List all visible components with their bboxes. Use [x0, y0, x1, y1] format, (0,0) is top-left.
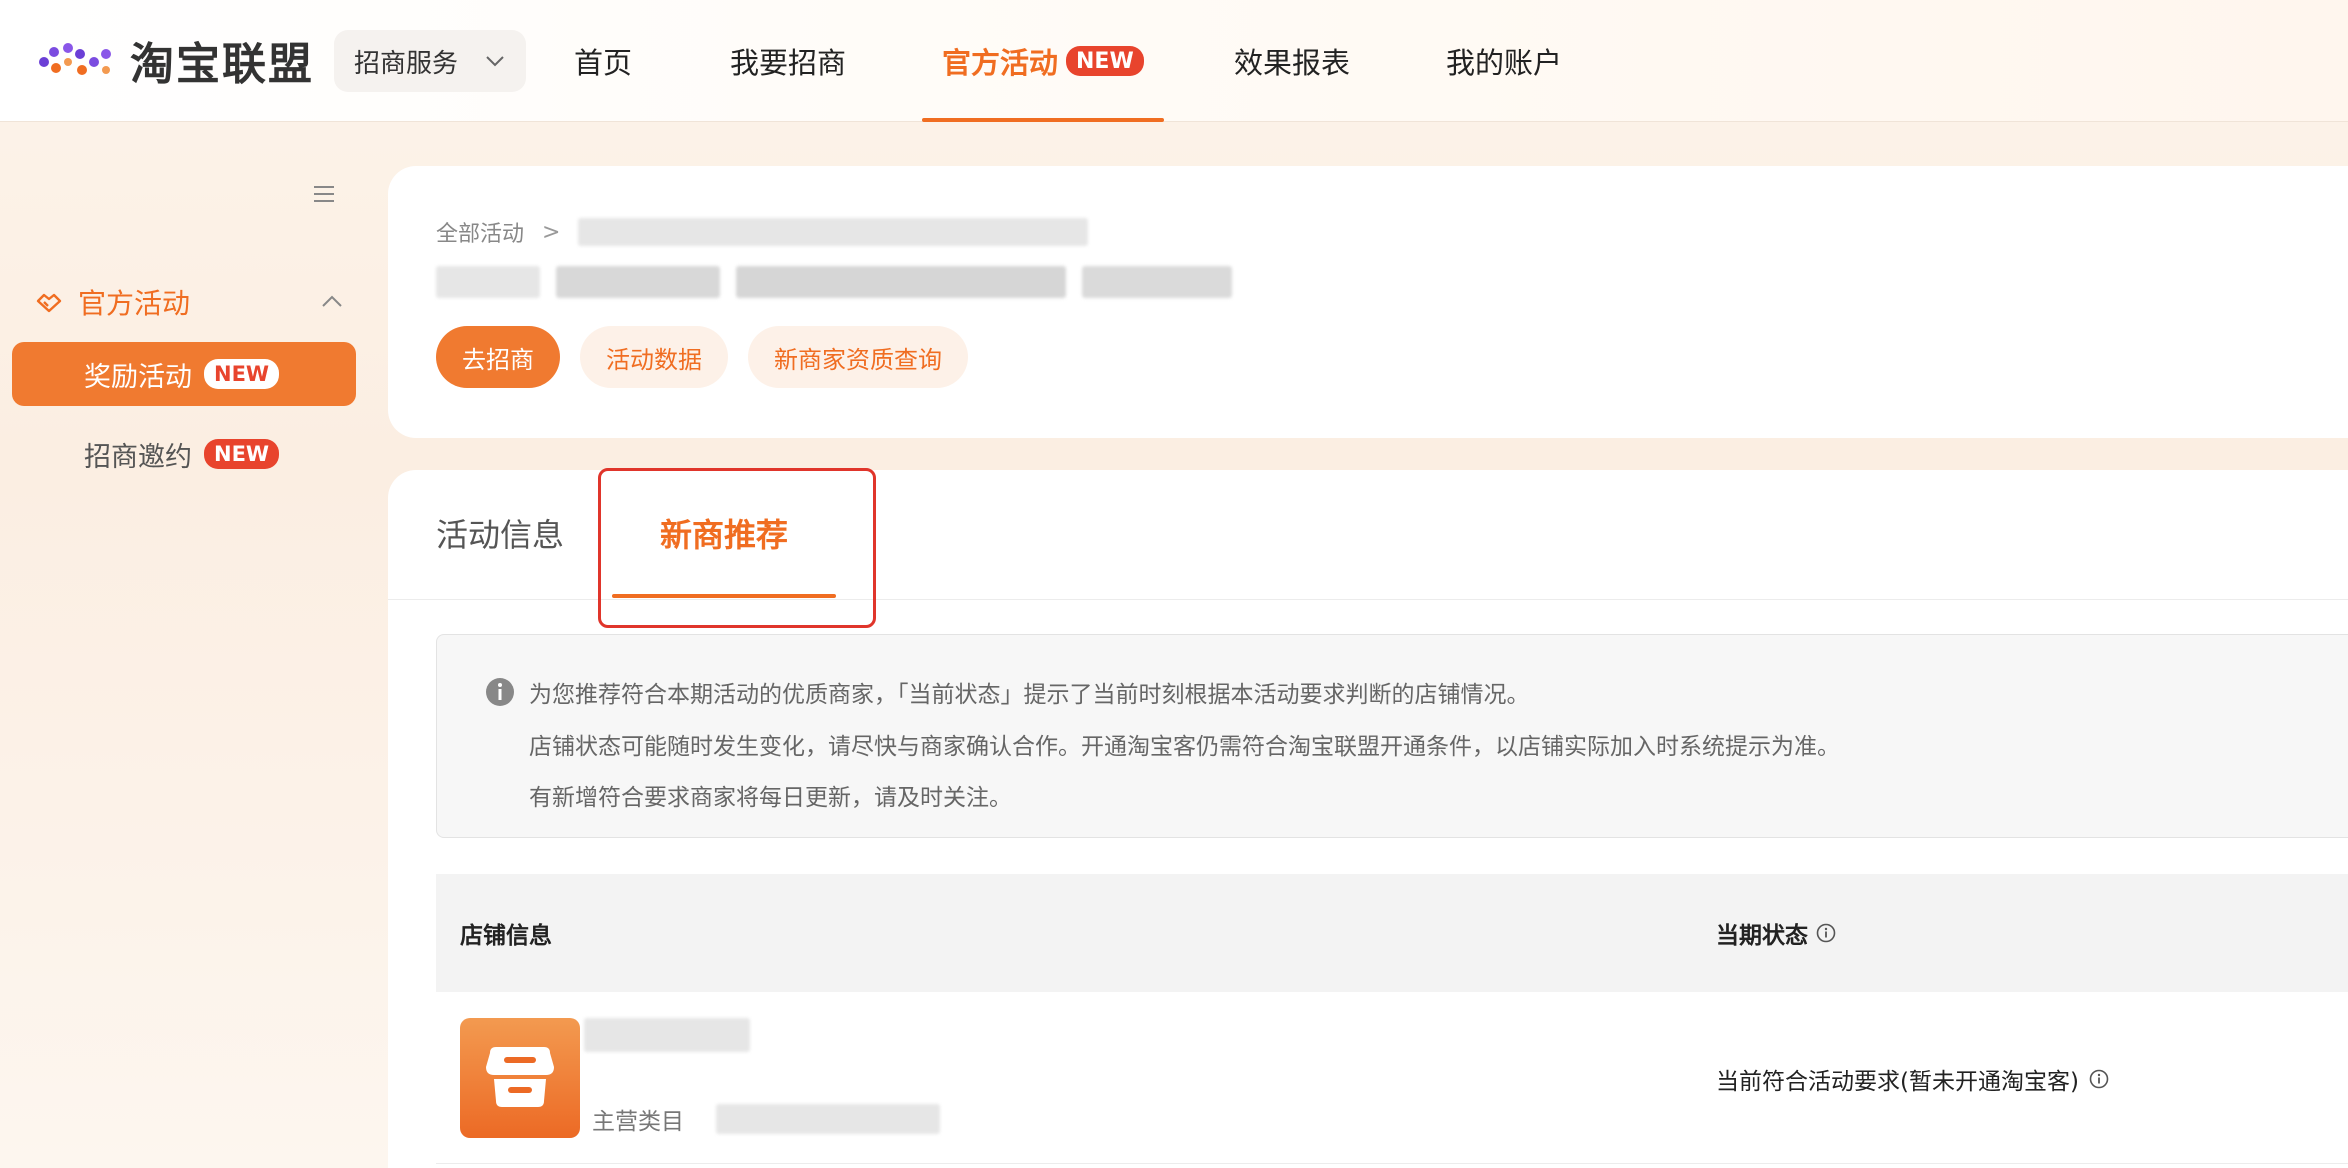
tab-bar: 活动信息 新商推荐: [388, 468, 2348, 628]
nav-recruit[interactable]: 我要招商: [730, 0, 846, 122]
store-status-text: 当前符合活动要求(暂未开通淘宝客): [1716, 1069, 2079, 1095]
info-notice: 为您推荐符合本期活动的优质商家，「当前状态」提示了当前时刻根据本活动要求判断的店…: [436, 634, 2348, 838]
chevron-down-icon: [486, 56, 504, 67]
store-thumbnail[interactable]: [460, 1018, 580, 1138]
brand-name: 淘宝联盟: [130, 39, 314, 90]
notice-line: 有新增符合要求商家将每日更新，请及时关注。: [529, 785, 1012, 811]
main-category-label: 主营类目: [592, 1109, 684, 1135]
brand-logo[interactable]: 淘宝联盟: [36, 28, 314, 92]
store-status: 当前符合活动要求(暂未开通淘宝客): [1716, 1062, 2109, 1096]
column-header-status: 当期状态: [1716, 916, 1836, 950]
activity-title-redacted: [436, 266, 1232, 302]
table-row: 主营类目 当前符合活动要求(暂未开通淘宝客): [436, 992, 2348, 1164]
nav-recruit-label: 我要招商: [730, 46, 847, 80]
service-dropdown[interactable]: 招商服务: [334, 30, 526, 92]
sidebar-group-official-activities[interactable]: 官方活动: [34, 272, 344, 332]
top-navigation-bar: 淘宝联盟 招商服务 首页 我要招商 官方活动 NEW 效果报表 我的账户: [0, 0, 2348, 122]
taobao-union-logo-icon: [39, 43, 111, 75]
chevron-up-icon: [322, 295, 342, 307]
sidebar-group-label: 官方活动: [78, 287, 191, 320]
column-header-store-info: 店铺信息: [460, 923, 552, 949]
breadcrumb-separator: >: [542, 219, 561, 245]
go-recruit-button[interactable]: 去招商: [436, 326, 560, 388]
merchant-table: 店铺信息 当期状态 主营类目 当前符合活动要求(暂未开通淘宝客): [436, 874, 2348, 1164]
sidebar-item-label: 招商邀约: [84, 441, 192, 473]
service-dropdown-value: 招商服务: [354, 48, 459, 79]
notice-line: 为您推荐符合本期活动的优质商家，「当前状态」提示了当前时刻根据本活动要求判断的店…: [529, 682, 1530, 708]
sidebar-item-label: 奖励活动: [84, 361, 192, 393]
breadcrumb-activity-name-redacted: [578, 218, 1089, 246]
sidebar-item-reward-activities[interactable]: 奖励活动 NEW: [12, 342, 356, 406]
header-actions: 去招商 活动数据 新商家资质查询: [436, 326, 968, 388]
activity-data-button[interactable]: 活动数据: [580, 326, 728, 388]
menu-collapse-icon[interactable]: [312, 184, 336, 204]
notice-line: 店铺状态可能随时发生变化，请尽快与商家确认合作。开通淘宝客仍需符合淘宝联盟开通条…: [529, 734, 1840, 760]
new-badge: NEW: [1066, 46, 1144, 76]
activity-header-card: 全部活动 > 去招商 活动数据 新商家资质查询: [388, 166, 2348, 438]
nav-home[interactable]: 首页: [574, 0, 632, 122]
nav-official-activities-label: 官方活动: [942, 46, 1059, 80]
breadcrumb-root-link[interactable]: 全部活动: [436, 216, 524, 248]
new-badge: NEW: [204, 359, 280, 389]
store-icon: [486, 1047, 554, 1107]
annotation-highlight-box: [598, 468, 876, 628]
info-outline-icon[interactable]: [1816, 923, 1836, 943]
tab-activity-info[interactable]: 活动信息: [436, 510, 564, 556]
nav-account-label: 我的账户: [1446, 46, 1563, 80]
nav-reports-label: 效果报表: [1234, 46, 1351, 80]
column-header-status-label: 当期状态: [1716, 923, 1808, 949]
nav-reports[interactable]: 效果报表: [1234, 0, 1350, 122]
breadcrumb: 全部活动 >: [436, 212, 1089, 252]
new-badge: NEW: [204, 439, 280, 469]
page: 淘宝联盟 招商服务 首页 我要招商 官方活动 NEW 效果报表 我的账户 官方活…: [0, 0, 2348, 1168]
store-name-redacted: [584, 1018, 750, 1052]
info-outline-icon[interactable]: [2089, 1069, 2109, 1089]
table-header: 店铺信息 当期状态: [436, 874, 2348, 992]
nav-official-activities[interactable]: 官方活动 NEW: [922, 0, 1164, 122]
sidebar: 官方活动 奖励活动 NEW 招商邀约 NEW: [0, 122, 370, 1168]
main-category-redacted: [716, 1104, 940, 1134]
nav-account[interactable]: 我的账户: [1446, 0, 1562, 122]
sidebar-item-recruit-invitations[interactable]: 招商邀约 NEW: [12, 422, 356, 486]
main-content-card: 活动信息 新商推荐 为您推荐符合本期活动的优质商家，「当前状态」提示了当前时刻根…: [388, 468, 2348, 1168]
nav-home-label: 首页: [574, 46, 633, 80]
handshake-icon: [36, 293, 62, 313]
new-merchant-qualification-button[interactable]: 新商家资质查询: [748, 326, 968, 388]
info-icon: [486, 678, 514, 706]
